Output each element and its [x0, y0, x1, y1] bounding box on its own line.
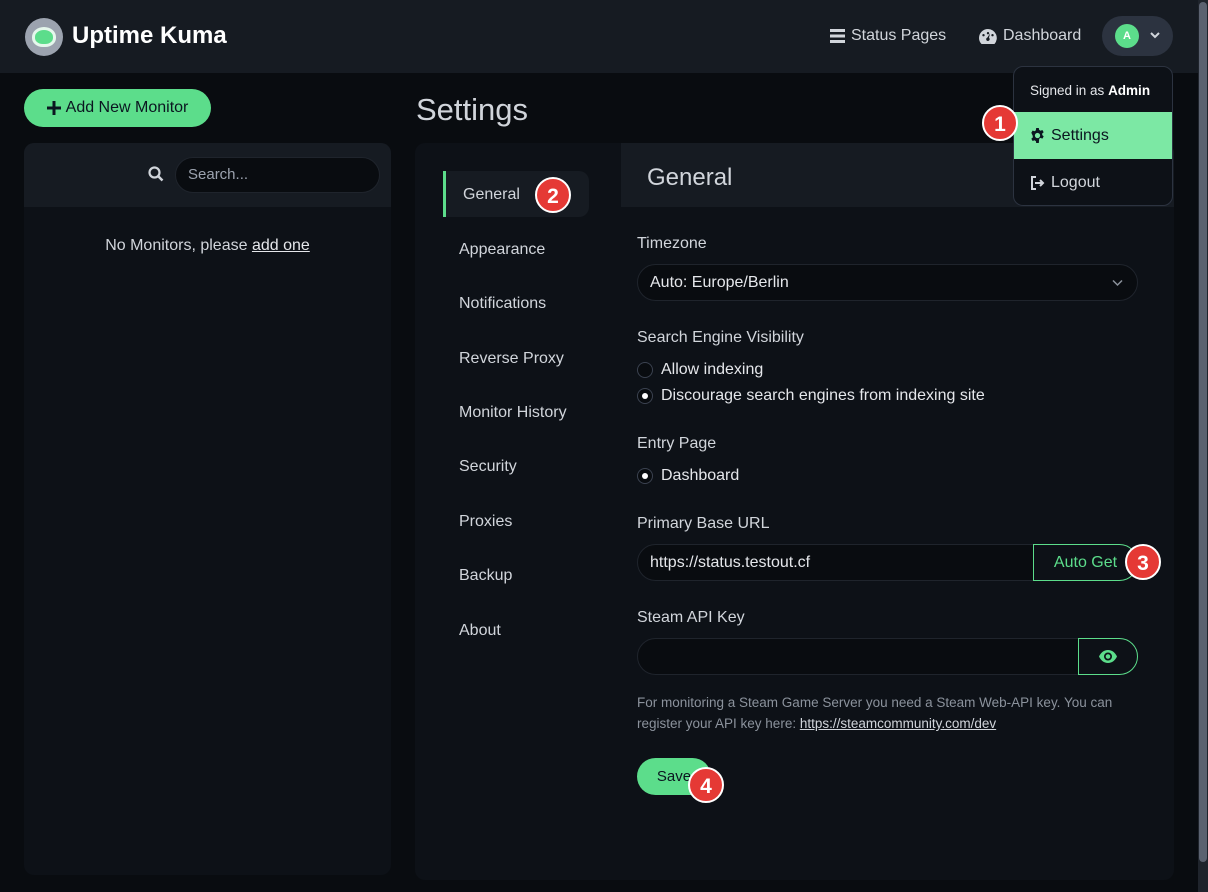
step-badge-1: 1 — [982, 105, 1018, 141]
chevron-down-icon — [1150, 32, 1160, 39]
settings-menu-label: General — [463, 186, 520, 203]
add-new-monitor-label: Add New Monitor — [65, 99, 189, 116]
empty-message-text: No Monitors, please — [105, 237, 252, 254]
signed-in-text: Signed in as Admin — [1030, 83, 1150, 98]
signed-in-user: Admin — [1108, 83, 1151, 98]
settings-menu-about[interactable]: About — [459, 622, 501, 640]
allow-indexing-radio[interactable] — [637, 362, 653, 378]
base-url-input[interactable]: https://status.testout.cf — [637, 544, 1034, 581]
scrollbar-thumb[interactable] — [1199, 2, 1207, 862]
step-badge-4: 4 — [688, 767, 724, 803]
brand-name[interactable]: Uptime Kuma — [72, 22, 227, 50]
discourage-indexing-label: Discourage search engines from indexing … — [661, 387, 985, 404]
gauge-icon — [979, 28, 997, 44]
entry-dashboard-radio[interactable] — [637, 468, 653, 484]
dropdown-settings-label: Settings — [1051, 126, 1109, 144]
settings-menu-security[interactable]: Security — [459, 458, 517, 476]
settings-menu-proxies[interactable]: Proxies — [459, 513, 512, 531]
entry-dashboard-label: Dashboard — [661, 467, 740, 484]
steam-api-key-input[interactable] — [637, 638, 1079, 675]
steam-help-text: For monitoring a Steam Game Server you n… — [637, 692, 1137, 734]
allow-indexing-label: Allow indexing — [661, 361, 764, 378]
allow-indexing-option[interactable]: Allow indexing — [637, 361, 763, 379]
settings-menu-monitor-history[interactable]: Monitor History — [459, 404, 567, 422]
status-pages-link[interactable]: Status Pages — [830, 27, 946, 45]
entry-page-label: Entry Page — [637, 435, 717, 452]
step-badge-3: 3 — [1125, 544, 1161, 580]
settings-menu-appearance[interactable]: Appearance — [459, 241, 545, 259]
settings-menu-notifications[interactable]: Notifications — [459, 295, 546, 313]
timezone-value: Auto: Europe/Berlin — [650, 274, 789, 291]
status-pages-label: Status Pages — [851, 27, 947, 44]
timezone-label: Timezone — [637, 235, 707, 252]
logout-icon — [1031, 176, 1045, 190]
chevron-down-icon — [1112, 279, 1123, 287]
discourage-indexing-radio[interactable] — [637, 388, 653, 404]
step-badge-2: 2 — [535, 177, 571, 213]
page-title: Settings — [416, 92, 529, 127]
visibility-label: Search Engine Visibility — [637, 329, 804, 346]
uptime-kuma-logo-icon[interactable] — [25, 18, 63, 56]
page-scrollbar[interactable] — [1198, 0, 1208, 892]
add-new-monitor-button[interactable]: Add New Monitor — [24, 89, 211, 127]
entry-dashboard-option[interactable]: Dashboard — [637, 467, 739, 485]
steam-api-key-label: Steam API Key — [637, 609, 745, 626]
avatar: A — [1115, 24, 1139, 48]
discourage-indexing-option[interactable]: Discourage search engines from indexing … — [637, 387, 985, 405]
monitor-list-panel: Search... No Monitors, please add one — [24, 143, 391, 875]
top-navbar: Uptime Kuma Status Pages Dashboard A — [0, 0, 1198, 73]
toggle-visibility-button[interactable] — [1078, 638, 1138, 675]
monitor-list-header: Search... — [24, 143, 391, 207]
gear-icon — [1031, 128, 1044, 143]
timezone-select[interactable]: Auto: Europe/Berlin — [637, 264, 1138, 301]
plus-icon — [46, 101, 61, 115]
search-icon — [148, 166, 164, 182]
dashboard-label: Dashboard — [1003, 27, 1082, 44]
add-one-link[interactable]: add one — [252, 237, 310, 254]
settings-menu-reverse-proxy[interactable]: Reverse Proxy — [459, 350, 564, 368]
list-icon — [830, 29, 845, 43]
dropdown-logout-label: Logout — [1051, 174, 1100, 191]
profile-menu-button[interactable]: A — [1102, 16, 1173, 56]
eye-icon — [1099, 650, 1117, 663]
auto-get-button[interactable]: Auto Get — [1033, 544, 1138, 581]
dashboard-link[interactable]: Dashboard — [979, 27, 1081, 45]
steam-api-link[interactable]: https://steamcommunity.com/dev — [800, 716, 996, 731]
base-url-label: Primary Base URL — [637, 515, 770, 532]
search-input[interactable]: Search... — [175, 157, 380, 193]
signed-in-prefix: Signed in as — [1030, 83, 1109, 98]
dropdown-settings-item[interactable]: Settings — [1014, 112, 1172, 159]
section-title: General — [647, 164, 733, 191]
dropdown-logout-item[interactable]: Logout — [1030, 174, 1100, 192]
settings-menu-backup[interactable]: Backup — [459, 567, 512, 585]
empty-monitors-message: No Monitors, please add one — [24, 237, 391, 255]
